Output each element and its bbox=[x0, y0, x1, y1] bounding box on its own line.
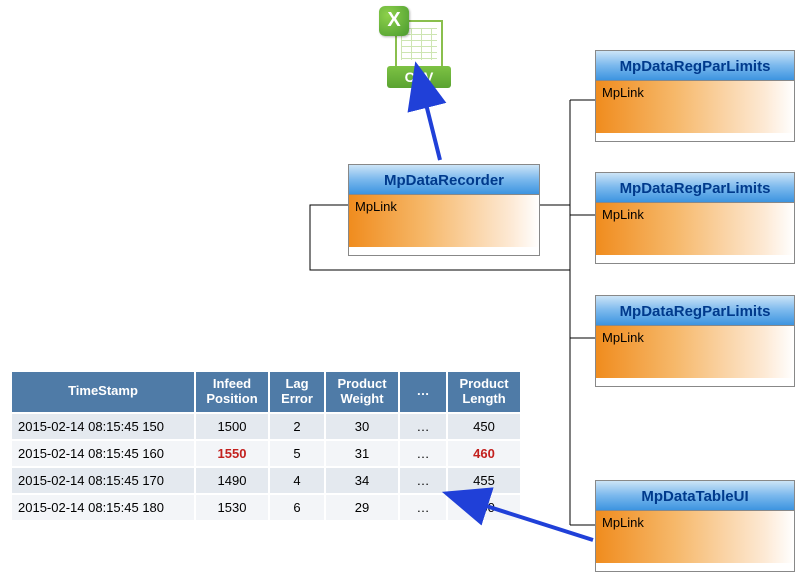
table-row: 2015-02-14 08:15:45 1801530629…450 bbox=[11, 494, 521, 521]
table-cell: 2015-02-14 08:15:45 180 bbox=[11, 494, 195, 521]
table-cell: 4 bbox=[269, 467, 325, 494]
col-lag-error: LagError bbox=[269, 371, 325, 413]
table-cell: … bbox=[399, 440, 447, 467]
col-infeed-position: InfeedPosition bbox=[195, 371, 269, 413]
csv-label: CSV bbox=[387, 66, 451, 88]
block-title: MpDataRegParLimits bbox=[596, 173, 794, 203]
table-cell: 2015-02-14 08:15:45 160 bbox=[11, 440, 195, 467]
table-cell: 450 bbox=[447, 413, 521, 440]
table-cell: … bbox=[399, 494, 447, 521]
block-title: MpDataRecorder bbox=[349, 165, 539, 195]
table-row: 2015-02-14 08:15:45 1601550531…460 bbox=[11, 440, 521, 467]
table-row: 2015-02-14 08:15:45 1501500230…450 bbox=[11, 413, 521, 440]
table-cell: … bbox=[399, 467, 447, 494]
table-cell: 460 bbox=[447, 440, 521, 467]
table-cell: 1550 bbox=[195, 440, 269, 467]
table-cell: 1490 bbox=[195, 467, 269, 494]
col-product-length: ProductLength bbox=[447, 371, 521, 413]
table-cell: 6 bbox=[269, 494, 325, 521]
table-cell: 2015-02-14 08:15:45 170 bbox=[11, 467, 195, 494]
table-cell: 1530 bbox=[195, 494, 269, 521]
block-mpdatarecorder: MpDataRecorder MpLink bbox=[348, 164, 540, 256]
block-sublabel: MpLink bbox=[596, 81, 794, 133]
col-more: … bbox=[399, 371, 447, 413]
table-cell: 30 bbox=[325, 413, 399, 440]
block-sublabel: MpLink bbox=[349, 195, 539, 247]
col-timestamp: TimeStamp bbox=[11, 371, 195, 413]
block-mpdataregparlimits-2: MpDataRegParLimits MpLink bbox=[595, 172, 795, 264]
table-cell: 1500 bbox=[195, 413, 269, 440]
table-cell: 2015-02-14 08:15:45 150 bbox=[11, 413, 195, 440]
col-product-weight: ProductWeight bbox=[325, 371, 399, 413]
data-table: TimeStamp InfeedPosition LagError Produc… bbox=[10, 370, 522, 522]
table-row: 2015-02-14 08:15:45 1701490434…455 bbox=[11, 467, 521, 494]
table-cell: 450 bbox=[447, 494, 521, 521]
table-cell: 2 bbox=[269, 413, 325, 440]
table-cell: 455 bbox=[447, 467, 521, 494]
excel-x-badge: X bbox=[379, 6, 409, 36]
block-sublabel: MpLink bbox=[596, 511, 794, 563]
table-cell: 29 bbox=[325, 494, 399, 521]
table-cell: … bbox=[399, 413, 447, 440]
table-cell: 5 bbox=[269, 440, 325, 467]
table-cell: 34 bbox=[325, 467, 399, 494]
block-sublabel: MpLink bbox=[596, 203, 794, 255]
csv-file-icon: X CSV bbox=[377, 8, 457, 88]
block-title: MpDataRegParLimits bbox=[596, 296, 794, 326]
block-mpdatatableui: MpDataTableUI MpLink bbox=[595, 480, 795, 572]
block-sublabel: MpLink bbox=[596, 326, 794, 378]
block-mpdataregparlimits-1: MpDataRegParLimits MpLink bbox=[595, 50, 795, 142]
block-title: MpDataRegParLimits bbox=[596, 51, 794, 81]
block-mpdataregparlimits-3: MpDataRegParLimits MpLink bbox=[595, 295, 795, 387]
table-cell: 31 bbox=[325, 440, 399, 467]
table-header-row: TimeStamp InfeedPosition LagError Produc… bbox=[11, 371, 521, 413]
block-title: MpDataTableUI bbox=[596, 481, 794, 511]
